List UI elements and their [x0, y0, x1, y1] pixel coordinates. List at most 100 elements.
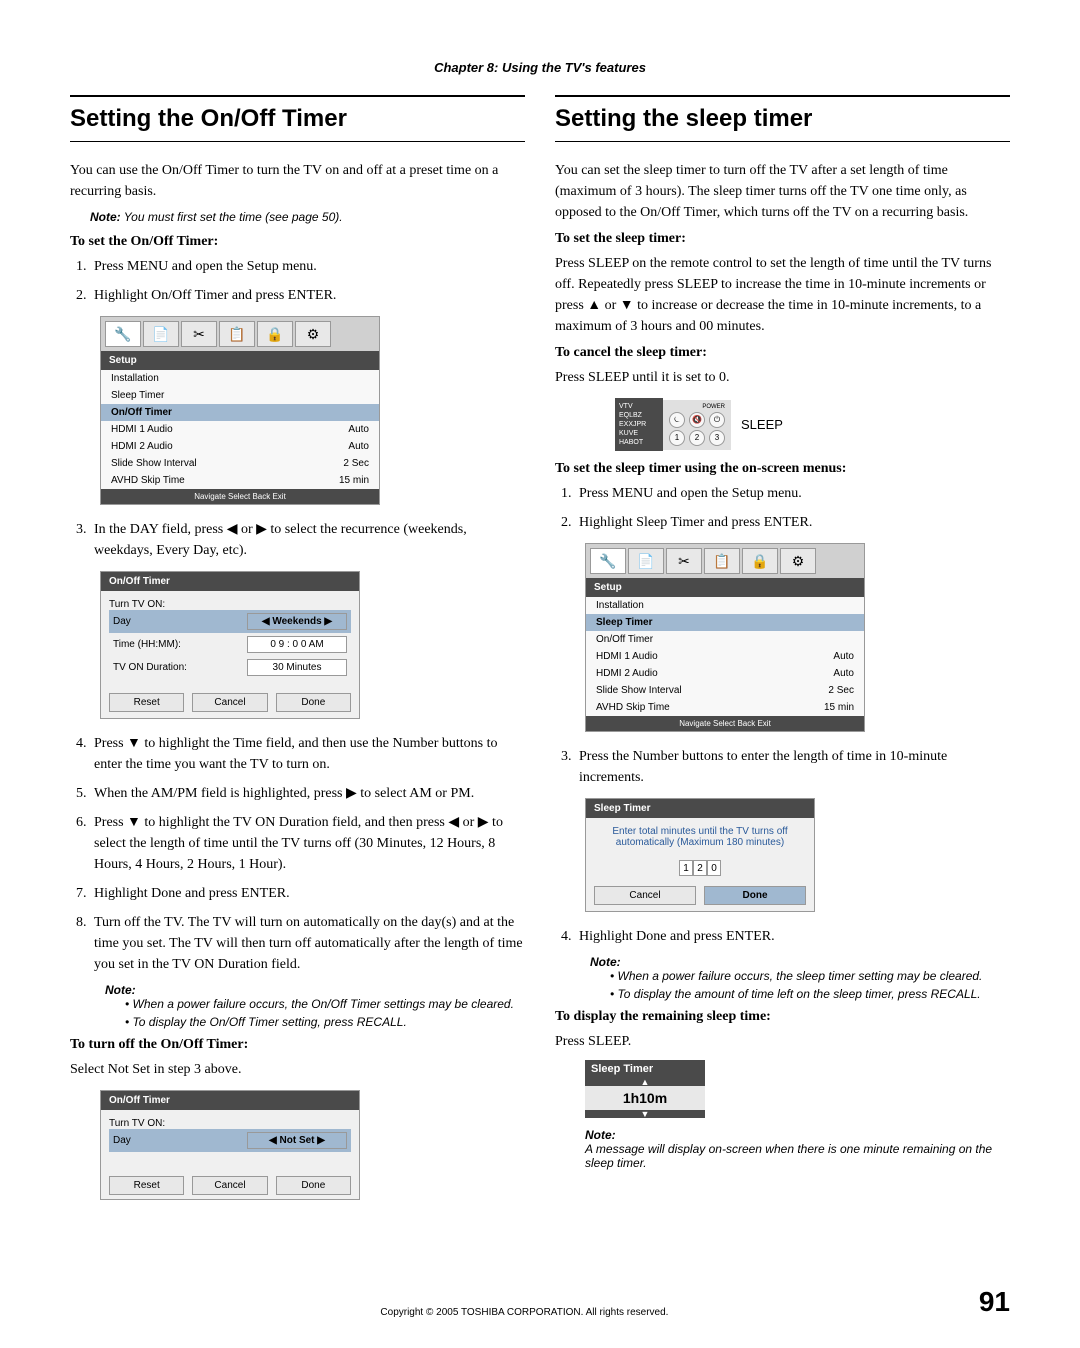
- turn-off-text: Select Not Set in step 3 above.: [70, 1059, 525, 1080]
- menu-item: HDMI 1 AudioAuto: [101, 421, 379, 438]
- menu-tab-icon: ✂: [181, 321, 217, 347]
- reset-button: Reset: [109, 1176, 184, 1195]
- dialog-row: Day ◀ Weekends ▶: [109, 610, 351, 633]
- onoff-dialog1: On/Off Timer Turn TV ON: Day ◀ Weekends …: [100, 571, 360, 719]
- right-text4: Press SLEEP.: [555, 1031, 1010, 1052]
- menu-tab-icon: 🔧: [590, 548, 626, 574]
- menu-item: Slide Show Interval2 Sec: [101, 455, 379, 472]
- page-number: 91: [979, 1286, 1010, 1318]
- menu-item: Installation: [101, 370, 379, 387]
- step: Press MENU and open the Setup menu.: [575, 483, 1010, 504]
- note4-label: Note:: [585, 1128, 1010, 1142]
- power-icon: ⏻: [709, 412, 725, 428]
- cancel-button: Cancel: [192, 693, 267, 712]
- bullet: When a power failure occurs, the On/Off …: [125, 997, 525, 1011]
- note4-text: A message will display on-screen when th…: [585, 1142, 1010, 1170]
- right-heading3: To set the sleep timer using the on-scre…: [555, 461, 1010, 477]
- right-steps3: Press MENU and open the Setup menu. High…: [575, 483, 1010, 533]
- menu-item-highlighted: On/Off Timer: [101, 404, 379, 421]
- note1-label: Note:: [90, 210, 121, 224]
- menu-tab-icon: ⚙: [780, 548, 816, 574]
- bullet: To display the amount of time left on th…: [610, 987, 1010, 1001]
- cancel-button: Cancel: [192, 1176, 267, 1195]
- left-steps-cont2: Press ▼ to highlight the Time field, and…: [90, 733, 525, 975]
- setup-menu2: 🔧 📄 ✂ 📋 🔒 ⚙ Setup Installation Sleep Tim…: [585, 543, 865, 732]
- sleep-timer-display: Sleep Timer ▲ 1h10m ▼: [585, 1060, 705, 1118]
- menu-item-highlighted: Sleep Timer: [586, 614, 864, 631]
- menu-title: Setup: [586, 578, 864, 597]
- menu-item: Sleep Timer: [101, 387, 379, 404]
- menu-item: Installation: [586, 597, 864, 614]
- bullet: To display the On/Off Timer setting, pre…: [125, 1015, 525, 1029]
- left-heading2: To turn off the On/Off Timer:: [70, 1037, 525, 1053]
- menu-tab-icon: 📄: [628, 548, 664, 574]
- dialog-row: Day ◀ Not Set ▶: [109, 1129, 351, 1152]
- mute-icon: 🔇: [689, 412, 705, 428]
- reset-button: Reset: [109, 693, 184, 712]
- right-column: Setting the sleep timer You can set the …: [555, 95, 1010, 1214]
- dialog-subtitle: Turn TV ON:: [109, 599, 351, 610]
- menu-item: AVHD Skip Time15 min: [101, 472, 379, 489]
- menu-tab-icon: 🔒: [742, 548, 778, 574]
- step5: When the AM/PM field is highlighted, pre…: [90, 783, 525, 804]
- left-steps-cont: In the DAY field, press ◀ or ▶ to select…: [90, 519, 525, 561]
- menu-item: Slide Show Interval2 Sec: [586, 682, 864, 699]
- menu-title: Setup: [101, 351, 379, 370]
- menu-item: AVHD Skip Time15 min: [586, 699, 864, 716]
- setup-menu1: 🔧 📄 ✂ 📋 🔒 ⚙ Setup Installation Sleep Tim…: [100, 316, 380, 505]
- note1-text: You must first set the time (see page 50…: [124, 210, 343, 224]
- dialog-input: 120: [586, 856, 814, 880]
- menu-item: HDMI 2 AudioAuto: [101, 438, 379, 455]
- menu-item: On/Off Timer: [586, 631, 864, 648]
- step3: In the DAY field, press ◀ or ▶ to select…: [90, 519, 525, 561]
- remote-illustration: VTV EQLBZ EXXJPR KUVE HABOT POWER ⏾🔇⏻ 12…: [615, 398, 785, 451]
- right-text1: Press SLEEP on the remote control to set…: [555, 253, 1010, 337]
- note3-bullets: When a power failure occurs, the sleep t…: [610, 969, 1010, 1001]
- sleep-label: SLEEP: [741, 417, 783, 432]
- step1: Press MENU and open the Setup menu.: [90, 256, 525, 277]
- sleep-dialog: Sleep Timer Enter total minutes until th…: [585, 798, 815, 912]
- done-button: Done: [276, 1176, 351, 1195]
- done-button: Done: [704, 886, 806, 905]
- note2-label: Note:: [105, 983, 525, 997]
- right-step3b: Press the Number buttons to enter the le…: [575, 746, 1010, 788]
- sleep-title: Sleep Timer: [585, 1060, 705, 1078]
- menu-tab-icon: 📋: [219, 321, 255, 347]
- right-heading1: To set the sleep timer:: [555, 231, 1010, 247]
- copyright: Copyright © 2005 TOSHIBA CORPORATION. Al…: [70, 1307, 979, 1318]
- note3-label: Note:: [590, 955, 1010, 969]
- left-title: Setting the On/Off Timer: [70, 95, 525, 142]
- step8: Turn off the TV. The TV will turn on aut…: [90, 912, 525, 975]
- note2-bullets: When a power failure occurs, the On/Off …: [125, 997, 525, 1029]
- arrow-down-icon: ▼: [585, 1110, 705, 1118]
- step7: Highlight Done and press ENTER.: [90, 883, 525, 904]
- step: Press the Number buttons to enter the le…: [575, 746, 1010, 788]
- dialog-title: On/Off Timer: [101, 572, 359, 591]
- menu-tab-icon: 🔧: [105, 321, 141, 347]
- dialog-title: On/Off Timer: [101, 1091, 359, 1110]
- menu-tab-icon: ✂: [666, 548, 702, 574]
- menu-tab-icon: 📄: [143, 321, 179, 347]
- sleep-icon: ⏾: [669, 412, 685, 428]
- step: Highlight Sleep Timer and press ENTER.: [575, 512, 1010, 533]
- menu-item: HDMI 2 AudioAuto: [586, 665, 864, 682]
- menu-tab-icon: 🔒: [257, 321, 293, 347]
- step6: Press ▼ to highlight the TV ON Duration …: [90, 812, 525, 875]
- left-column: Setting the On/Off Timer You can use the…: [70, 95, 525, 1214]
- right-step4b: Highlight Done and press ENTER.: [575, 926, 1010, 947]
- page-footer: Copyright © 2005 TOSHIBA CORPORATION. Al…: [70, 1286, 1010, 1318]
- bullet: When a power failure occurs, the sleep t…: [610, 969, 1010, 983]
- step4: Press ▼ to highlight the Time field, and…: [90, 733, 525, 775]
- menu-tab-icon: 📋: [704, 548, 740, 574]
- right-intro: You can set the sleep timer to turn off …: [555, 160, 1010, 223]
- onoff-dialog2: On/Off Timer Turn TV ON: Day ◀ Not Set ▶…: [100, 1090, 360, 1200]
- note1: Note: You must first set the time (see p…: [90, 210, 525, 224]
- dialog-row: TV ON Duration: 30 Minutes: [109, 656, 351, 679]
- chapter-header: Chapter 8: Using the TV's features: [70, 60, 1010, 75]
- menu-footer: Navigate Select Back Exit: [101, 489, 379, 504]
- cancel-button: Cancel: [594, 886, 696, 905]
- menu-tab-icon: ⚙: [295, 321, 331, 347]
- left-heading1: To set the On/Off Timer:: [70, 234, 525, 250]
- right-text2: Press SLEEP until it is set to 0.: [555, 367, 1010, 388]
- menu-footer: Navigate Select Back Exit: [586, 716, 864, 731]
